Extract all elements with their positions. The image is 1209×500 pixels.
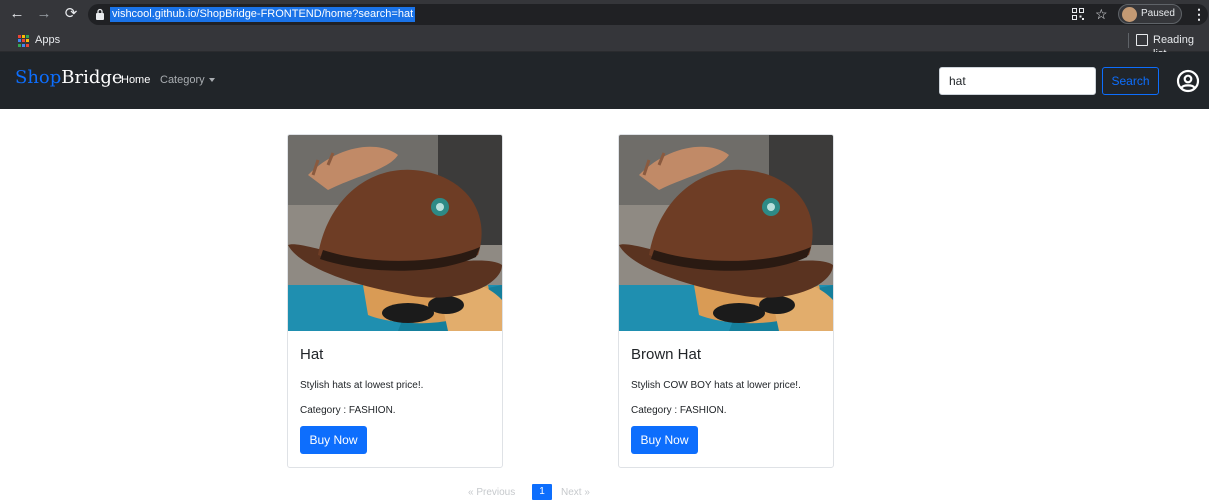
product-category: Category : FASHION.: [631, 405, 727, 416]
page-number-current[interactable]: 1: [532, 484, 552, 500]
apps-grid-icon[interactable]: [18, 35, 30, 47]
search-input[interactable]: [939, 67, 1096, 95]
caret-down-icon: [208, 78, 215, 83]
browser-toolbar: ← → ⟳ vishcool.github.io/ShopBridge-FRON…: [0, 0, 1209, 29]
star-icon[interactable]: ☆: [1095, 4, 1108, 24]
buy-now-button[interactable]: Buy Now: [300, 426, 367, 454]
nav-category-dropdown[interactable]: Category: [160, 72, 215, 88]
lock-icon: [96, 8, 104, 20]
next-page-link[interactable]: Next »: [561, 486, 590, 500]
search-button[interactable]: Search: [1102, 67, 1159, 95]
back-arrow-icon[interactable]: ←: [8, 5, 26, 23]
product-category: Category : FASHION.: [300, 405, 396, 416]
profile-button[interactable]: Paused: [1118, 4, 1182, 24]
url-text[interactable]: vishcool.github.io/ShopBridge-FRONTEND/h…: [110, 7, 416, 22]
nav-home-link[interactable]: Home: [121, 72, 150, 88]
forward-arrow-icon[interactable]: →: [35, 5, 53, 23]
qr-code-icon[interactable]: [1072, 4, 1084, 26]
brand-part-1: Shop: [15, 67, 62, 88]
brand-part-2: Bridge: [61, 67, 123, 88]
apps-bookmark[interactable]: Apps: [35, 33, 60, 47]
product-title: Brown Hat: [631, 346, 702, 363]
address-bar[interactable]: vishcool.github.io/ShopBridge-FRONTEND/h…: [88, 4, 1208, 25]
reload-icon[interactable]: ⟳: [62, 5, 80, 23]
avatar: [1122, 7, 1137, 22]
user-circle-icon[interactable]: [1176, 69, 1200, 93]
product-description: Stylish hats at lowest price!.: [300, 380, 424, 391]
brand-logo[interactable]: ShopBridge: [15, 66, 123, 90]
product-card: Hat Stylish hats at lowest price!. Categ…: [287, 134, 503, 468]
product-description: Stylish COW BOY hats at lower price!.: [631, 380, 801, 391]
product-card: Brown Hat Stylish COW BOY hats at lower …: [618, 134, 834, 468]
product-image: [288, 135, 502, 331]
previous-page-link[interactable]: « Previous: [468, 486, 515, 500]
nav-category-label: Category: [160, 74, 205, 86]
reading-list-icon[interactable]: [1136, 34, 1148, 46]
product-title: Hat: [300, 346, 324, 363]
buy-now-button[interactable]: Buy Now: [631, 426, 698, 454]
navbar: ShopBridge Home Category Search: [0, 52, 1209, 109]
pagination: « Previous 1 Next »: [0, 484, 1209, 500]
bookmarks-bar: Apps Reading list: [0, 29, 1209, 60]
divider: [1128, 33, 1129, 48]
menu-dots-icon[interactable]: ⋮: [1192, 4, 1206, 24]
product-image: [619, 135, 833, 331]
profile-status-label: Paused: [1141, 8, 1175, 19]
